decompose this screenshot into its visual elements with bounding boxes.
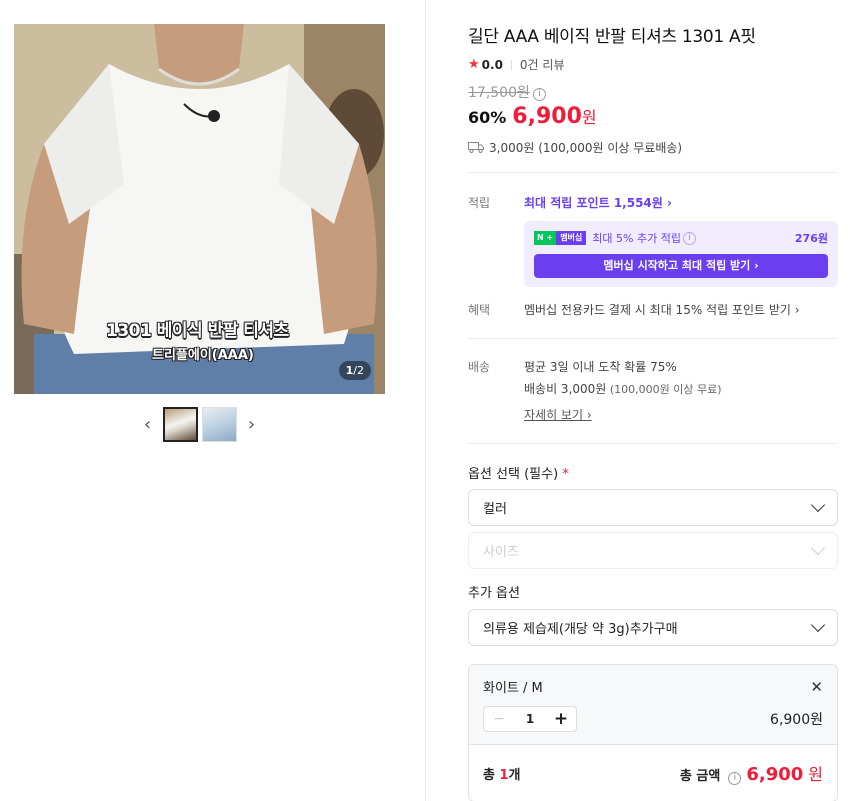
extra-option-value: 의류용 제습제(개당 약 3g)추가구매 bbox=[483, 622, 678, 637]
thumbnail-2[interactable] bbox=[201, 407, 237, 442]
truck-icon bbox=[468, 142, 484, 153]
divider bbox=[468, 443, 838, 444]
info-icon[interactable]: i bbox=[532, 88, 546, 101]
total-amount-unit: 원 bbox=[808, 765, 823, 784]
option-section-label: 옵션 선택 (필수) * bbox=[468, 463, 838, 482]
thumbnail-1[interactable] bbox=[162, 407, 198, 442]
chevron-down-icon bbox=[810, 497, 826, 513]
quantity-stepper: − 1 + bbox=[483, 706, 577, 732]
extra-points-amount: 276원 bbox=[794, 232, 828, 245]
decrease-quantity-button[interactable]: − bbox=[484, 707, 514, 731]
product-main-image[interactable]: 1301 베이식 반팔 티셔츠 트리플에이(AAA) 1/2 bbox=[14, 24, 385, 394]
chevron-down-icon bbox=[810, 617, 826, 633]
rating-row: ★ 0.0 0건 리뷰 bbox=[468, 56, 838, 73]
star-icon: ★ bbox=[468, 57, 480, 72]
total-count-prefix: 총 bbox=[483, 767, 500, 783]
sale-price: 6,900 bbox=[512, 104, 582, 129]
rating-separator bbox=[510, 59, 512, 70]
shipping-text: 3,000원 (100,000원 이상 무료배송) bbox=[489, 141, 683, 155]
badge-m: 멤버십 bbox=[556, 231, 587, 245]
increase-quantity-button[interactable]: + bbox=[546, 707, 576, 731]
review-count-link[interactable]: 0건 리뷰 bbox=[520, 56, 565, 73]
quantity-value[interactable]: 1 bbox=[514, 707, 546, 731]
divider bbox=[468, 172, 838, 173]
benefit-row: 혜택 멤버십 전용카드 결제 시 최대 15% 적립 포인트 받기 › bbox=[468, 301, 838, 318]
image-caption-sub: 트리플에이(AAA) bbox=[152, 348, 254, 363]
size-select-value: 사이즈 bbox=[483, 545, 519, 560]
thumbnail-strip: ‹ › bbox=[14, 407, 385, 442]
delivery-detail-link[interactable]: 자세히 보기 › bbox=[524, 406, 838, 423]
delivery-free-condition: (100,000원 이상 무료) bbox=[606, 383, 722, 396]
delivery-fee-line: 배송비 3,000원 (100,000원 이상 무료) bbox=[524, 380, 838, 397]
extra-option-label: 추가 옵션 bbox=[468, 586, 520, 601]
size-select[interactable]: 사이즈 bbox=[468, 532, 838, 569]
total-amount: 6,900 bbox=[746, 764, 804, 785]
column-divider bbox=[425, 0, 426, 801]
chevron-down-icon bbox=[810, 540, 826, 556]
delivery-row: 배송 평균 3일 이내 도착 확률 75% 배송비 3,000원 (100,00… bbox=[468, 358, 838, 423]
shipping-summary: 3,000원 (100,000원 이상 무료배송) bbox=[468, 139, 838, 156]
rating-score: 0.0 bbox=[481, 57, 503, 72]
delivery-label: 배송 bbox=[468, 360, 491, 374]
total-amount-label: 총 금액 bbox=[679, 769, 721, 784]
extra-option-select[interactable]: 의류용 제습제(개당 약 3g)추가구매 bbox=[468, 609, 838, 646]
product-gallery: 1301 베이식 반팔 티셔츠 트리플에이(AAA) 1/2 ‹ › bbox=[14, 24, 385, 442]
next-image-button[interactable]: › bbox=[241, 414, 263, 436]
divider bbox=[468, 338, 838, 339]
membership-box: N + 멤버십 최대 5% 추가 적립 i 276원 멤버십 시작하고 최대 적립 … bbox=[524, 221, 838, 287]
remove-item-icon[interactable]: ✕ bbox=[810, 678, 823, 696]
info-icon[interactable]: i bbox=[728, 772, 742, 785]
price-unit: 원 bbox=[581, 108, 597, 127]
total-count: 총 1개 bbox=[483, 764, 521, 783]
selected-item-name: 화이트 / M bbox=[483, 681, 543, 696]
price-row: 60% 6,900 원 bbox=[468, 104, 838, 129]
original-price-row: 17,500원 i bbox=[468, 82, 838, 102]
start-membership-button[interactable]: 멤버십 시작하고 최대 적립 받기 › bbox=[534, 254, 828, 278]
counter-total: /2 bbox=[353, 364, 364, 377]
prev-image-button[interactable]: ‹ bbox=[137, 414, 159, 436]
delivery-probability: 평균 3일 이내 도착 확률 75% bbox=[524, 360, 677, 374]
points-row: 적립 최대 적립 포인트 1,554원 › N + 멤버십 최대 5% 추가 적립… bbox=[468, 194, 838, 287]
image-counter: 1/2 bbox=[338, 361, 371, 380]
points-label: 적립 bbox=[468, 196, 491, 210]
extra-points-text: 최대 5% 추가 적립 bbox=[592, 232, 681, 245]
benefit-link[interactable]: 멤버십 전용카드 결제 시 최대 15% 적립 포인트 받기 › bbox=[524, 301, 838, 318]
original-price: 17,500원 bbox=[468, 85, 530, 101]
total-count-number: 1 bbox=[499, 767, 509, 783]
badge-n: N + bbox=[534, 231, 557, 245]
image-caption-main: 1301 베이식 반팔 티셔츠 bbox=[106, 321, 289, 341]
required-mark: * bbox=[562, 467, 569, 482]
color-select[interactable]: 컬러 bbox=[468, 489, 838, 526]
total-count-suffix: 개 bbox=[508, 767, 521, 783]
color-select-value: 컬러 bbox=[483, 502, 507, 517]
product-title: 길단 AAA 베이직 반팔 티셔츠 1301 A핏 bbox=[468, 27, 756, 47]
delivery-fee: 배송비 3,000원 bbox=[524, 382, 607, 396]
discount-rate: 60% bbox=[468, 108, 507, 127]
info-icon[interactable]: i bbox=[682, 231, 696, 245]
order-total-bar: 총 1개 총 금액 i 6,900 원 bbox=[469, 744, 837, 801]
item-line-price: 6,900원 bbox=[770, 712, 823, 728]
benefit-label: 혜택 bbox=[468, 303, 491, 317]
product-info-panel: 길단 AAA 베이직 반팔 티셔츠 1301 A핏 ★ 0.0 0건 리뷰 17… bbox=[468, 22, 838, 801]
option-label: 옵션 선택 (필수) bbox=[468, 467, 559, 482]
naver-membership-badge: N + 멤버십 bbox=[534, 231, 587, 245]
max-points-link[interactable]: 최대 적립 포인트 1,554원 › bbox=[524, 194, 838, 211]
selected-item-box: 화이트 / M ✕ − 1 + 6,900원 총 1개 총 금액 i 6,900… bbox=[468, 664, 838, 801]
